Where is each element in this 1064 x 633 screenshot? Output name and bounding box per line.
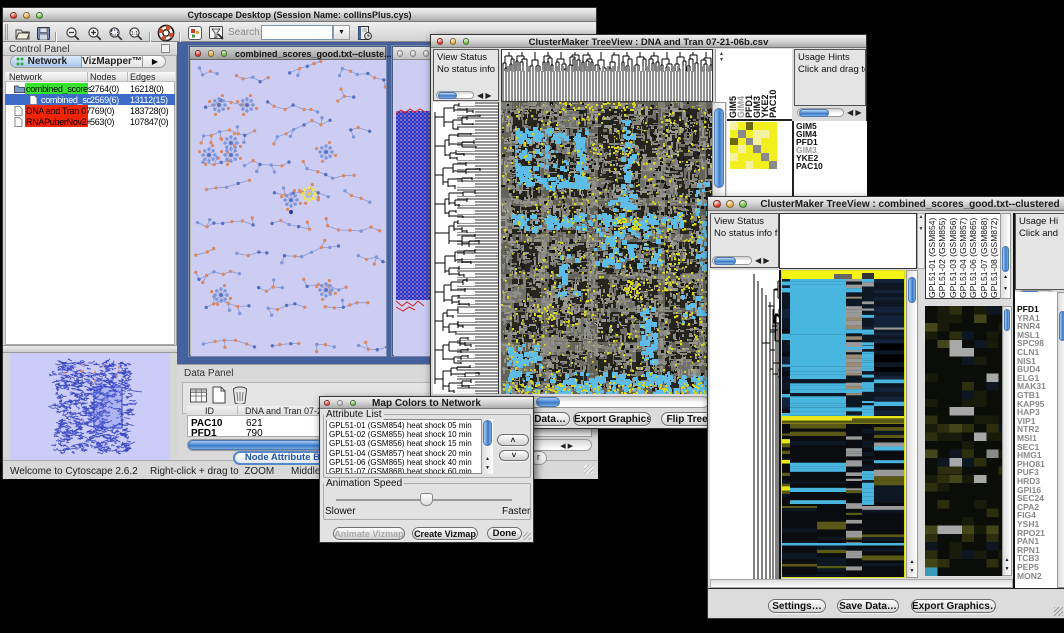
svg-text:1:1: 1:1 [131, 31, 139, 37]
